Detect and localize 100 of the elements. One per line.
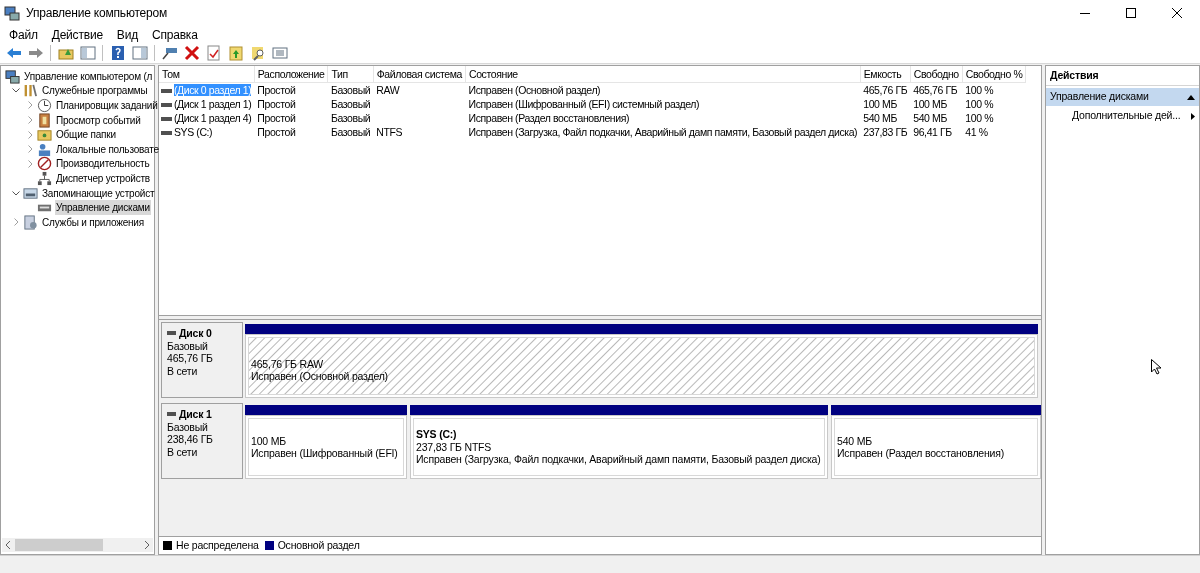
table-cell: Базовый bbox=[330, 125, 371, 138]
table-cell: 100 МБ bbox=[913, 97, 947, 110]
table-cell: Простой bbox=[257, 125, 296, 138]
disk-info: В сети bbox=[167, 445, 199, 458]
partition-info: 237,83 ГБ NTFS bbox=[416, 440, 493, 454]
storage-icon bbox=[23, 185, 38, 201]
volume-name[interactable]: (Диск 1 раздел 1) bbox=[174, 97, 252, 110]
disk-info: 465,76 ГБ bbox=[167, 352, 214, 365]
table-cell: 100 % bbox=[965, 97, 994, 110]
menu-item[interactable]: Файл bbox=[2, 26, 45, 43]
properties-button[interactable] bbox=[204, 43, 223, 63]
disk-name: Диск 0 bbox=[179, 327, 212, 340]
menu-item[interactable]: Вид bbox=[109, 26, 145, 43]
table-cell: 540 МБ bbox=[913, 111, 947, 124]
back-arrow-icon bbox=[5, 45, 22, 61]
chevron-right-icon[interactable] bbox=[27, 130, 33, 139]
chevron-right-icon[interactable] bbox=[13, 218, 19, 227]
computer-icon bbox=[5, 68, 20, 84]
menu-item[interactable]: Справка bbox=[144, 26, 205, 43]
forward-arrow-icon bbox=[27, 45, 44, 61]
collapse-triangle-icon[interactable] bbox=[1187, 94, 1195, 100]
minimize-icon bbox=[1080, 12, 1090, 14]
column-header[interactable]: Тип bbox=[327, 66, 374, 82]
table-cell: 465,76 ГБ bbox=[913, 83, 958, 96]
tree-item[interactable]: Общие папки bbox=[55, 127, 117, 143]
legend-label: Не распределена bbox=[176, 537, 259, 553]
tree-item[interactable]: Запоминающие устройст bbox=[41, 185, 156, 201]
chevron-down-icon[interactable] bbox=[12, 190, 20, 196]
table-cell: Базовый bbox=[330, 111, 371, 124]
horizontal-scrollbar[interactable] bbox=[2, 538, 153, 552]
tree-item[interactable]: Диспетчер устройств bbox=[55, 170, 151, 186]
scroll-thumb[interactable] bbox=[15, 539, 103, 551]
volume-icon bbox=[161, 102, 172, 107]
disk-info: Базовый bbox=[167, 339, 209, 352]
table-cell: 465,76 ГБ bbox=[863, 83, 908, 96]
tree-item[interactable]: Служебные программы bbox=[41, 83, 149, 99]
table-cell: Исправен (Раздел восстановления) bbox=[468, 111, 630, 124]
disk-info: 238,46 ГБ bbox=[167, 433, 214, 446]
column-header[interactable]: Свободно bbox=[910, 66, 963, 82]
action-item[interactable]: Дополнительные дей... bbox=[1046, 106, 1199, 126]
chevron-right-icon[interactable] bbox=[27, 101, 33, 110]
volume-name[interactable]: SYS (C:) bbox=[174, 125, 213, 138]
column-header[interactable]: Свободно % bbox=[962, 66, 1026, 82]
network-icon bbox=[37, 170, 52, 186]
table-cell: Исправен (Загрузка, Файл подкачки, Аварийный дамп памяти, Базовый раздел диска) bbox=[468, 125, 858, 138]
disk-label-panel[interactable]: Диск 1 Базовый 238,46 ГБ В сети bbox=[161, 403, 243, 479]
column-header[interactable]: Том bbox=[159, 66, 255, 82]
volume-icon bbox=[161, 130, 172, 135]
action-group-header[interactable]: Управление дисками bbox=[1046, 88, 1199, 106]
table-cell: Базовый bbox=[330, 97, 371, 110]
table-cell: Исправен (Шифрованный (EFI) системный раздел) bbox=[468, 97, 700, 110]
help-icon bbox=[109, 45, 126, 61]
tree-item[interactable]: Производительность bbox=[55, 156, 151, 172]
column-header[interactable]: Файловая система bbox=[373, 66, 466, 82]
chevron-right-icon[interactable] bbox=[27, 145, 33, 154]
table-cell: 41 % bbox=[965, 125, 988, 138]
scroll-right-icon[interactable] bbox=[144, 541, 149, 549]
actions-header: Действия bbox=[1046, 66, 1199, 86]
panel-button[interactable] bbox=[78, 43, 97, 63]
tree-item[interactable]: Управление дисками bbox=[55, 200, 151, 216]
disk-label-panel[interactable]: Диск 0 Базовый 465,76 ГБ В сети bbox=[161, 322, 243, 398]
folder-up-icon bbox=[227, 45, 244, 61]
partition-info: 465,76 ГБ RAW bbox=[251, 357, 325, 370]
column-header[interactable]: Емкость bbox=[860, 66, 911, 82]
panel-icon bbox=[79, 45, 96, 61]
folder-icon bbox=[37, 127, 52, 143]
table-cell: 100 % bbox=[965, 111, 994, 124]
tree-item[interactable]: Планировщик заданий bbox=[55, 98, 159, 113]
mouse-pointer-icon bbox=[1151, 359, 1162, 375]
partition-label: SYS (C:) bbox=[416, 428, 458, 441]
delete-button[interactable] bbox=[182, 43, 201, 63]
folder-up-button[interactable] bbox=[226, 43, 245, 63]
menu-item[interactable]: Действие bbox=[44, 26, 110, 43]
submenu-arrow-icon bbox=[1191, 112, 1195, 120]
properties-icon bbox=[205, 45, 222, 61]
disk-info: Базовый bbox=[167, 420, 209, 433]
tree-item[interactable]: Управление компьютером (л bbox=[23, 68, 154, 84]
table-cell: NTFS bbox=[376, 125, 403, 138]
table-cell: Простой bbox=[257, 111, 296, 124]
tree-item[interactable]: Службы и приложения bbox=[41, 214, 145, 230]
volume-icon bbox=[161, 88, 172, 93]
scroll-left-icon[interactable] bbox=[6, 541, 11, 549]
tree-item[interactable]: Просмотр событий bbox=[55, 112, 142, 128]
table-cell: 540 МБ bbox=[863, 111, 897, 124]
column-header[interactable]: Состояние bbox=[465, 66, 861, 82]
chevron-down-icon[interactable] bbox=[12, 88, 20, 94]
chevron-right-icon[interactable] bbox=[27, 116, 33, 125]
volume-name[interactable]: (Диск 1 раздел 4) bbox=[174, 111, 252, 124]
close-icon bbox=[1172, 8, 1182, 18]
column-header[interactable]: Расположение bbox=[254, 66, 328, 82]
users-icon bbox=[37, 141, 52, 157]
table-cell: RAW bbox=[376, 83, 400, 96]
partition-info: 100 МБ bbox=[251, 434, 287, 447]
table-cell: Простой bbox=[257, 97, 296, 110]
partition-info: Исправен (Основной раздел) bbox=[251, 370, 389, 383]
volume-icon bbox=[161, 116, 172, 121]
tree-item[interactable]: Локальные пользовате bbox=[55, 141, 160, 157]
table-cell: Базовый bbox=[330, 83, 371, 96]
chevron-right-icon[interactable] bbox=[27, 159, 33, 168]
maximize-icon bbox=[1126, 8, 1136, 18]
